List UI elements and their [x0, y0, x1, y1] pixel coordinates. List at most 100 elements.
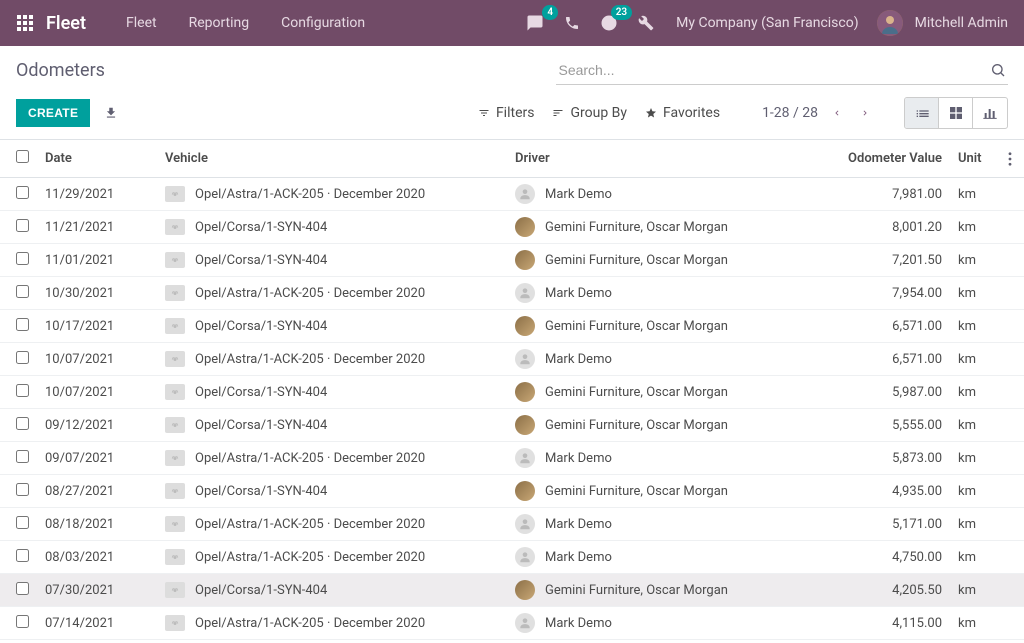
cell-odometer[interactable]: 6,571.00: [830, 343, 950, 376]
username[interactable]: Mitchell Admin: [915, 15, 1008, 31]
debug-icon[interactable]: [634, 11, 658, 35]
user-avatar[interactable]: [877, 10, 903, 36]
row-checkbox[interactable]: [16, 318, 29, 331]
cell-odometer[interactable]: 7,954.00: [830, 277, 950, 310]
table-row[interactable]: 11/01/2021Opel/Corsa/1-SYN-404Gemini Fur…: [0, 244, 1024, 277]
table-row[interactable]: 10/07/2021 Opel/Corsa/1-SYN-404 Gemini Fur…: [0, 376, 1024, 409]
table-wrap[interactable]: Date Vehicle Driver Odometer Value Unit …: [0, 140, 1024, 643]
row-checkbox[interactable]: [16, 582, 29, 595]
cell-unit[interactable]: km: [950, 409, 1000, 442]
select-all-checkbox[interactable]: [16, 150, 29, 163]
table-row[interactable]: 07/04/2021Opel/Corsa/1-SYN-404Gemini Fur…: [0, 640, 1024, 643]
pager-next-icon[interactable]: [856, 102, 874, 124]
table-row[interactable]: 08/27/2021 Opel/Corsa/1-SYN-404 Gemini Fur…: [0, 475, 1024, 508]
header-odometer[interactable]: Odometer Value: [830, 140, 950, 178]
cell-vehicle[interactable]: Opel/Corsa/1-SYN-404: [195, 253, 327, 268]
cell-odometer[interactable]: 7,981.00: [830, 178, 950, 211]
header-date[interactable]: Date: [37, 140, 157, 178]
cell-date[interactable]: 09/07/2021: [37, 442, 157, 475]
cell-odometer[interactable]: 6,571.00: [830, 310, 950, 343]
cell-unit[interactable]: km: [950, 607, 1000, 640]
header-options[interactable]: [1000, 140, 1024, 178]
cell-odometer[interactable]: 3,602.10: [830, 640, 950, 643]
cell-date[interactable]: 11/29/2021: [37, 178, 157, 211]
activities-icon[interactable]: 23: [596, 10, 622, 36]
cell-date[interactable]: 07/14/2021: [37, 607, 157, 640]
cell-vehicle[interactable]: Opel/Corsa/1-SYN-404: [195, 385, 327, 400]
table-row[interactable]: 11/21/2021 Opel/Corsa/1-SYN-404 Gemini Fur…: [0, 211, 1024, 244]
menu-configuration[interactable]: Configuration: [265, 0, 381, 46]
table-row[interactable]: 10/17/2021Opel/Corsa/1-SYN-404Gemini Fur…: [0, 310, 1024, 343]
cell-odometer[interactable]: 4,115.00: [830, 607, 950, 640]
cell-unit[interactable]: km: [950, 277, 1000, 310]
cell-driver[interactable]: Gemini Furniture, Oscar Morgan: [545, 319, 728, 334]
groupby-button[interactable]: Group By: [552, 105, 627, 121]
cell-driver[interactable]: Gemini Furniture, Oscar Morgan: [545, 484, 728, 499]
cell-driver[interactable]: Mark Demo: [545, 550, 612, 565]
cell-odometer[interactable]: 8,001.20: [830, 211, 950, 244]
cell-date[interactable]: 10/07/2021: [37, 376, 157, 409]
cell-date[interactable]: 10/07/2021: [37, 343, 157, 376]
row-checkbox[interactable]: [16, 615, 29, 628]
cell-date[interactable]: 08/27/2021: [37, 475, 157, 508]
cell-driver[interactable]: Mark Demo: [545, 451, 612, 466]
search-input[interactable]: [556, 56, 1008, 84]
header-vehicle[interactable]: Vehicle: [157, 140, 507, 178]
cell-odometer[interactable]: 4,750.00: [830, 541, 950, 574]
cell-vehicle[interactable]: Opel/Astra/1-ACK-205 · December 2020: [195, 187, 425, 202]
cell-driver[interactable]: Gemini Furniture, Oscar Morgan: [545, 583, 728, 598]
header-driver[interactable]: Driver: [507, 140, 830, 178]
cell-unit[interactable]: km: [950, 376, 1000, 409]
cell-unit[interactable]: km: [950, 541, 1000, 574]
cell-unit[interactable]: km: [950, 442, 1000, 475]
cell-odometer[interactable]: 5,987.00: [830, 376, 950, 409]
cell-date[interactable]: 08/03/2021: [37, 541, 157, 574]
view-list-icon[interactable]: [905, 98, 939, 128]
brand[interactable]: Fleet: [46, 13, 86, 34]
row-checkbox[interactable]: [16, 252, 29, 265]
table-row[interactable]: 08/03/2021 Opel/Astra/1-ACK-205 · Decembe…: [0, 541, 1024, 574]
menu-fleet[interactable]: Fleet: [110, 0, 173, 46]
cell-driver[interactable]: Gemini Furniture, Oscar Morgan: [545, 418, 728, 433]
search-icon[interactable]: [990, 62, 1006, 78]
cell-vehicle[interactable]: Opel/Astra/1-ACK-205 · December 2020: [195, 286, 425, 301]
table-row[interactable]: 08/18/2021Opel/Astra/1-ACK-205 · Decembe…: [0, 508, 1024, 541]
row-checkbox[interactable]: [16, 483, 29, 496]
pager-prev-icon[interactable]: [828, 102, 846, 124]
cell-driver[interactable]: Gemini Furniture, Oscar Morgan: [545, 220, 728, 235]
cell-vehicle[interactable]: Opel/Astra/1-ACK-205 · December 2020: [195, 616, 425, 631]
cell-vehicle[interactable]: Opel/Astra/1-ACK-205 · December 2020: [195, 451, 425, 466]
cell-vehicle[interactable]: Opel/Corsa/1-SYN-404: [195, 220, 327, 235]
cell-unit[interactable]: km: [950, 574, 1000, 607]
cell-odometer[interactable]: 7,201.50: [830, 244, 950, 277]
row-checkbox[interactable]: [16, 219, 29, 232]
cell-unit[interactable]: km: [950, 343, 1000, 376]
cell-driver[interactable]: Mark Demo: [545, 517, 612, 532]
cell-driver[interactable]: Gemini Furniture, Oscar Morgan: [545, 385, 728, 400]
table-row[interactable]: 10/07/2021Opel/Astra/1-ACK-205 · Decembe…: [0, 343, 1024, 376]
cell-unit[interactable]: km: [950, 640, 1000, 643]
cell-date[interactable]: 09/12/2021: [37, 409, 157, 442]
cell-vehicle[interactable]: Opel/Corsa/1-SYN-404: [195, 484, 327, 499]
cell-unit[interactable]: km: [950, 508, 1000, 541]
row-checkbox[interactable]: [16, 549, 29, 562]
cell-vehicle[interactable]: Opel/Astra/1-ACK-205 · December 2020: [195, 550, 425, 565]
cell-date[interactable]: 07/30/2021: [37, 574, 157, 607]
cell-date[interactable]: 11/21/2021: [37, 211, 157, 244]
pager-text[interactable]: 1-28 / 28: [762, 105, 818, 121]
cell-vehicle[interactable]: Opel/Corsa/1-SYN-404: [195, 418, 327, 433]
cell-driver[interactable]: Gemini Furniture, Oscar Morgan: [545, 253, 728, 268]
cell-unit[interactable]: km: [950, 244, 1000, 277]
cell-odometer[interactable]: 5,171.00: [830, 508, 950, 541]
apps-icon[interactable]: [16, 14, 34, 32]
download-icon[interactable]: [98, 102, 124, 124]
cell-date[interactable]: 07/04/2021: [37, 640, 157, 643]
cell-odometer[interactable]: 5,555.00: [830, 409, 950, 442]
cell-vehicle[interactable]: Opel/Corsa/1-SYN-404: [195, 583, 327, 598]
row-checkbox[interactable]: [16, 351, 29, 364]
row-checkbox[interactable]: [16, 516, 29, 529]
row-checkbox[interactable]: [16, 285, 29, 298]
messages-icon[interactable]: 4: [522, 10, 548, 36]
table-row[interactable]: 11/29/2021 Opel/Astra/1-ACK-205 · Decembe…: [0, 178, 1024, 211]
menu-reporting[interactable]: Reporting: [173, 0, 266, 46]
